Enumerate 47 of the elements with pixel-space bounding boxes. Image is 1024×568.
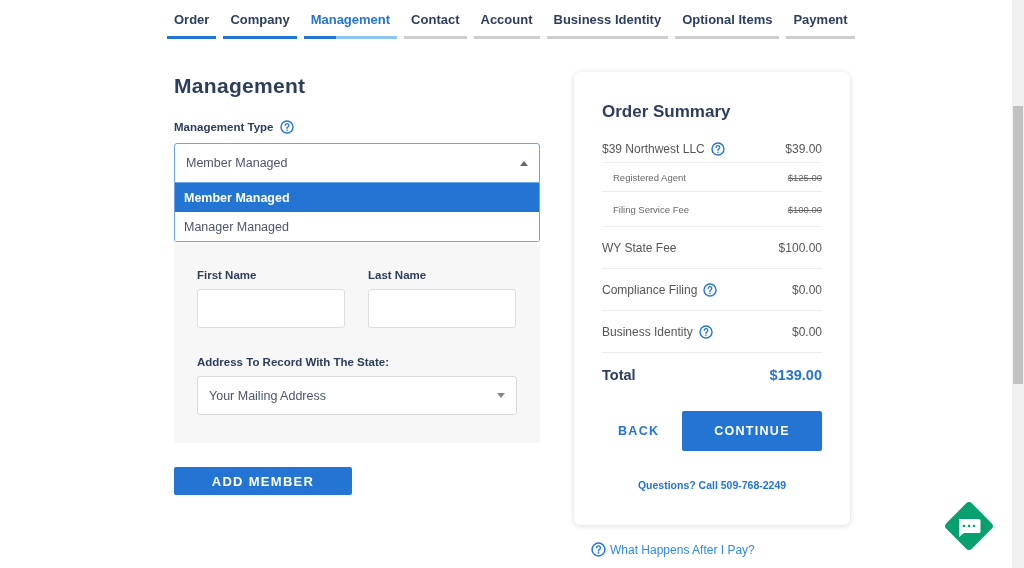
back-button[interactable]: BACK <box>602 416 676 446</box>
caret-icon <box>497 393 505 398</box>
line-item-price: $100.00 <box>787 203 822 215</box>
add-member-button[interactable]: ADD MEMBER <box>174 467 352 495</box>
step-tab[interactable]: Business Identity <box>546 12 669 39</box>
total-price: $139.00 <box>769 367 822 383</box>
field-label: Last Name <box>368 269 428 281</box>
dropdown-option[interactable]: Member Managed <box>175 183 539 212</box>
step-tab[interactable]: Optional Items <box>675 12 780 39</box>
line-item-label: $39 Northwest LLC <box>602 142 705 156</box>
step-tab[interactable]: Company <box>223 12 297 39</box>
field-label: Management Type <box>174 121 274 133</box>
line-item-label: WY State Fee <box>602 240 677 255</box>
step-tab[interactable]: Order <box>167 12 217 39</box>
line-item-price: $0.00 <box>791 324 822 339</box>
section-heading: Management <box>174 74 307 98</box>
last-name-field[interactable] <box>368 289 516 328</box>
line-item-price: $125.00 <box>787 171 822 183</box>
line-item-price: $39.00 <box>785 142 822 156</box>
management-type-select[interactable]: Member Managed <box>174 143 540 183</box>
step-tab[interactable]: Contact <box>404 12 467 39</box>
field-label: Address To Record With The State: <box>197 356 390 368</box>
line-item-label: Registered Agent <box>613 171 686 183</box>
step-tab[interactable]: Account <box>473 12 540 39</box>
field-label: First Name <box>197 269 258 281</box>
line-item-label: Filing Service Fee <box>613 203 690 215</box>
info-link[interactable]: What Happens After I Pay? <box>610 542 755 557</box>
scrollbar[interactable] <box>1012 0 1024 568</box>
help-icon[interactable] <box>591 542 606 557</box>
line-item-label: Business Identity <box>602 324 693 339</box>
line-item-price: $0.00 <box>791 282 822 297</box>
help-icon[interactable] <box>703 282 718 297</box>
help-icon[interactable] <box>698 324 713 339</box>
summary-title: Order Summary <box>602 102 732 122</box>
scrollbar-thumb[interactable] <box>1013 106 1023 384</box>
continue-button[interactable]: CONTINUE <box>682 411 822 451</box>
phone-link[interactable]: Questions? Call 509-768-2249 <box>602 479 822 491</box>
caret-icon <box>520 160 528 166</box>
line-item-price: $100.00 <box>778 240 822 255</box>
step-tab[interactable]: Management <box>303 12 398 39</box>
address-select[interactable]: Your Mailing Address <box>197 376 517 415</box>
help-icon[interactable] <box>710 142 725 156</box>
step-tab[interactable]: Payment <box>786 12 855 39</box>
first-name-field[interactable] <box>197 289 345 328</box>
help-icon[interactable] <box>280 120 295 134</box>
total-label: Total <box>602 367 636 383</box>
line-item-label: Compliance Filing <box>602 282 698 297</box>
